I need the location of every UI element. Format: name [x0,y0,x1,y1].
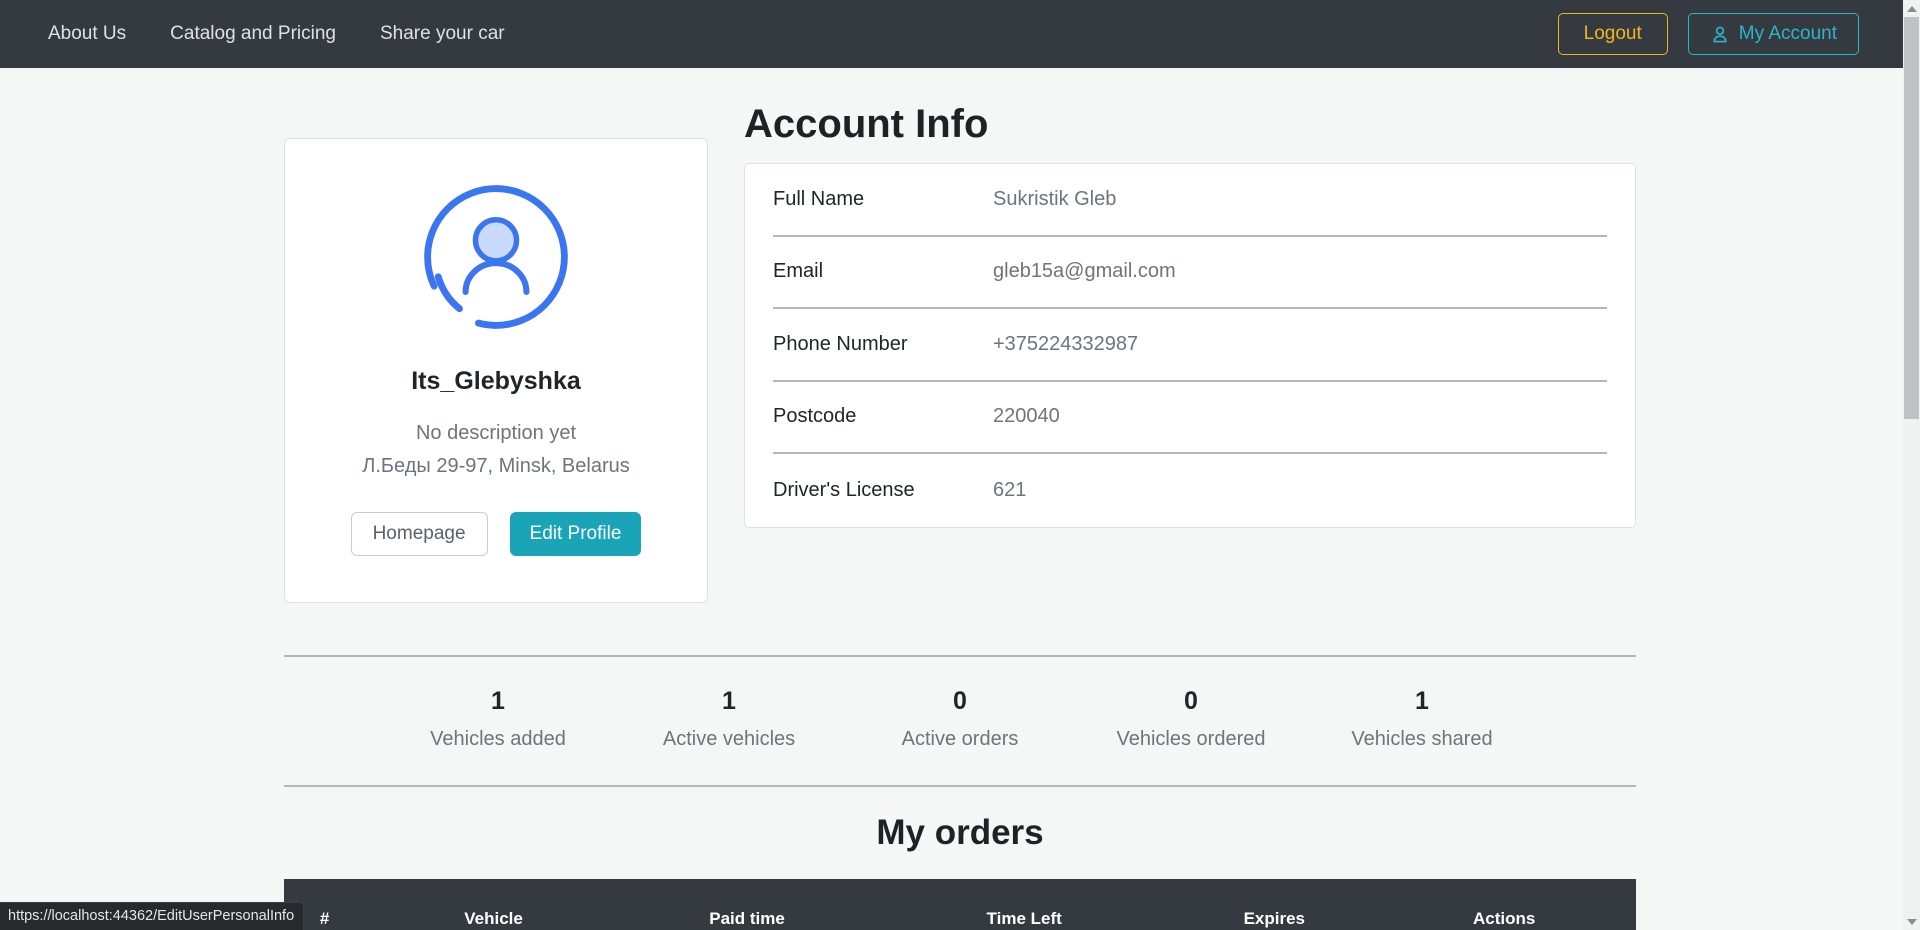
account-info-card: Full Name Sukristik Gleb Email gleb15a@g… [744,163,1636,528]
nav-link-about-us[interactable]: About Us [48,15,126,53]
info-row-drivers-license: Driver's License 621 [773,454,1607,527]
profile-username: Its_Glebyshka [411,367,581,395]
nav-links: About Us Catalog and Pricing Share your … [48,15,549,53]
stat-active-vehicles: 1 Active vehicles [614,687,845,751]
stat-label: Active vehicles [662,728,796,750]
stats-divider-bottom [284,785,1636,787]
info-row-email: Email gleb15a@gmail.com [773,237,1607,309]
person-icon [1710,24,1730,45]
info-row-full-name: Full Name Sukristik Gleb [773,164,1607,237]
stat-label: Vehicles added [430,728,566,750]
column-header-expires: Expires [1176,879,1373,930]
orders-table-header: # Vehicle Paid time Time Left Expires Ac… [284,879,1636,930]
stat-value: 0 [953,687,967,715]
profile-address: Л.Беды 29-97, Minsk, Belarus [362,455,630,477]
stat-label: Vehicles ordered [1116,728,1266,750]
vertical-scrollbar[interactable] [1903,0,1920,930]
top-navbar: About Us Catalog and Pricing Share your … [0,0,1903,68]
info-value: Sukristik Gleb [993,187,1117,210]
info-value: gleb15a@gmail.com [993,260,1176,283]
stat-value: 1 [722,687,736,715]
stat-vehicles-shared: 1 Vehicles shared [1307,687,1538,751]
top-section: Its_Glebyshka No description yet Л.Беды … [284,68,1636,603]
profile-description: No description yet [415,422,577,444]
column-header-vehicle: Vehicle [365,879,622,930]
profile-card: Its_Glebyshka No description yet Л.Беды … [284,138,708,603]
browser-status-url: https://localhost:44362/EditUserPersonal… [0,902,305,930]
scroll-down-arrow-icon[interactable] [1903,913,1920,930]
info-value: 220040 [993,405,1060,428]
info-label: Full Name [773,187,865,210]
stat-value: 1 [491,687,505,715]
my-account-label: My Account [1738,23,1837,44]
info-label: Postcode [773,405,857,428]
account-info-title: Account Info [744,102,989,146]
nav-link-share-your-car[interactable]: Share your car [380,15,505,53]
nav-link-catalog-and-pricing[interactable]: Catalog and Pricing [170,15,336,53]
info-label: Phone Number [773,332,908,355]
info-row-postcode: Postcode 220040 [773,382,1607,454]
info-label: Email [773,260,824,283]
user-avatar-icon [420,181,572,333]
stat-vehicles-ordered: 0 Vehicles ordered [1076,687,1307,751]
scrollbar-thumb[interactable] [1904,17,1919,419]
my-account-button[interactable]: My Account [1687,13,1859,55]
my-orders-title: My orders [876,813,1044,852]
info-row-phone-number: Phone Number +375224332987 [773,309,1607,382]
column-header-time-left: Time Left [872,879,1177,930]
stat-label: Vehicles shared [1351,728,1493,750]
main-container: Its_Glebyshka No description yet Л.Беды … [284,68,1636,930]
stats-row: 1 Vehicles added 1 Active vehicles 0 Act… [284,657,1636,785]
column-header-actions: Actions [1372,879,1636,930]
scroll-up-arrow-icon[interactable] [1903,0,1920,17]
info-value: +375224332987 [993,332,1139,355]
homepage-button[interactable]: Homepage [350,512,488,556]
stat-vehicles-added: 1 Vehicles added [383,687,614,751]
stat-label: Active orders [901,728,1019,750]
stat-value: 0 [1184,687,1198,715]
column-header-paid-time: Paid time [621,879,873,930]
info-label: Driver's License [773,478,915,501]
logout-button[interactable]: Logout [1557,13,1668,55]
profile-buttons: Homepage Edit Profile [309,512,683,556]
stat-value: 1 [1415,687,1429,715]
account-info-section: Account Info Full Name Sukristik Gleb Em… [744,68,1636,528]
edit-profile-button[interactable]: Edit Profile [509,512,642,556]
avatar [309,181,683,333]
stat-active-orders: 0 Active orders [845,687,1076,751]
orders-table: # Vehicle Paid time Time Left Expires Ac… [284,879,1636,930]
info-value: 621 [993,478,1027,501]
